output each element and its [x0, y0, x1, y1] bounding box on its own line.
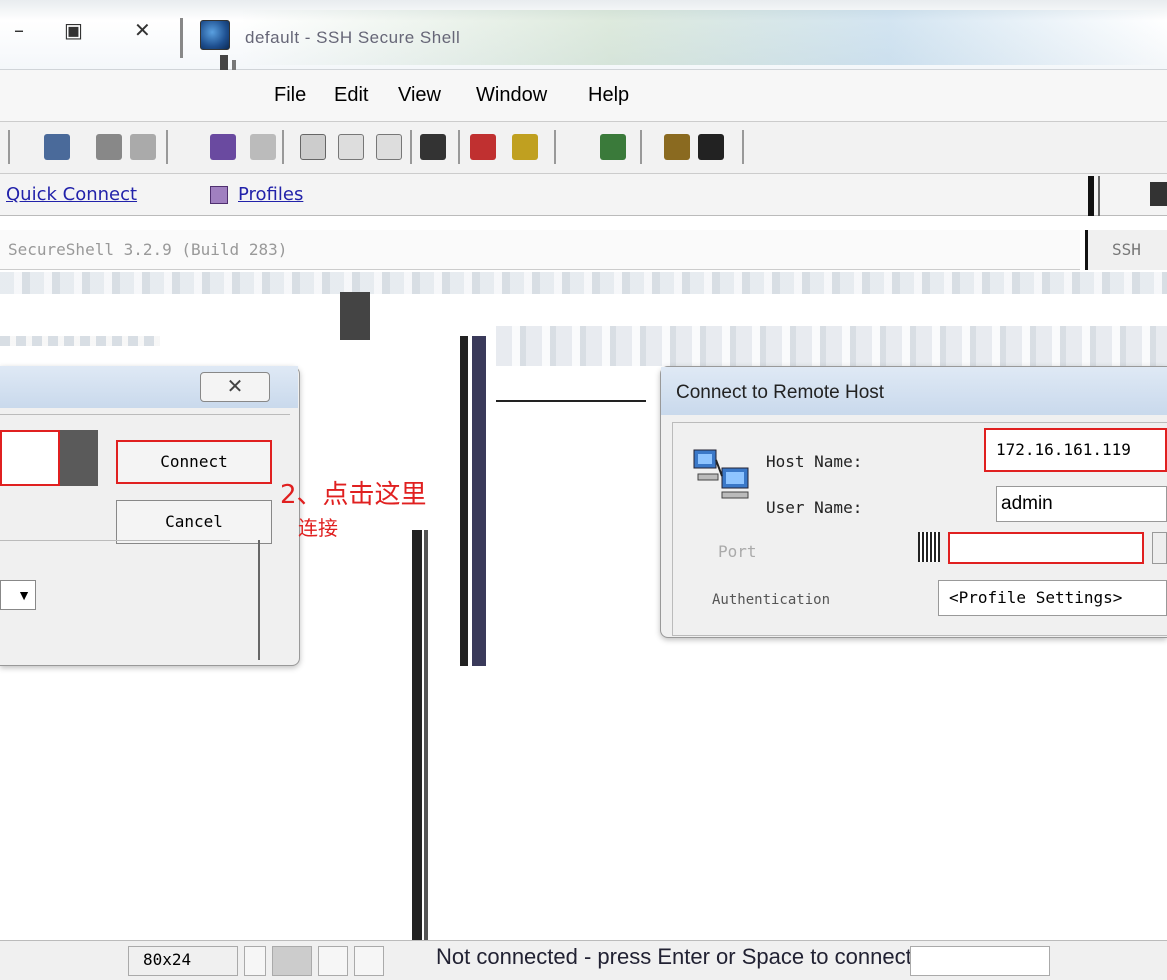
splitter[interactable] — [412, 530, 422, 980]
menu-edit[interactable]: Edit — [334, 84, 368, 107]
splitter-shade — [424, 530, 428, 980]
menu-bar — [0, 70, 1167, 122]
menu-view[interactable]: View — [398, 84, 441, 107]
minimize-button[interactable]: – — [14, 18, 24, 48]
folder-transfer-icon[interactable] — [512, 134, 538, 160]
network-computers-icon — [693, 449, 749, 499]
whats-this-icon[interactable] — [698, 134, 724, 160]
host-name-input[interactable]: 172.16.161.119 — [984, 428, 1167, 472]
terminal-text-row — [0, 272, 1167, 294]
find-icon[interactable] — [420, 134, 446, 160]
new-file-transfer-icon[interactable] — [470, 134, 496, 160]
save-icon[interactable] — [44, 134, 70, 160]
status-panel — [318, 946, 348, 976]
user-name-input[interactable]: admin — [996, 486, 1167, 522]
toolbar-separator — [410, 130, 412, 164]
profiles-icon[interactable] — [210, 186, 228, 204]
print-icon[interactable] — [96, 134, 122, 160]
authentication-select[interactable]: <Profile Settings> — [938, 580, 1167, 616]
splitter[interactable] — [340, 292, 370, 340]
paste-special-icon[interactable] — [376, 134, 402, 160]
toolbar-separator — [282, 130, 284, 164]
quick-connect-button[interactable]: Quick Connect — [6, 184, 137, 205]
cancel-button[interactable]: Cancel — [116, 500, 272, 544]
divider — [0, 414, 290, 415]
host-name-label: Host Name: — [766, 452, 863, 471]
status-message: Not connected - press Enter or Space to … — [436, 944, 912, 969]
chevron-down-icon[interactable]: ▼ — [0, 580, 36, 610]
terminal-text-row — [0, 336, 160, 346]
window-title: default - SSH Secure Shell — [245, 28, 461, 47]
status-panel — [354, 946, 384, 976]
settings-icon[interactable] — [600, 134, 626, 160]
toolbar-separator — [640, 130, 642, 164]
ssh-app-icon — [200, 20, 230, 50]
copy-icon[interactable] — [300, 134, 326, 160]
divider — [0, 540, 230, 541]
paste-icon[interactable] — [338, 134, 364, 160]
session-tab[interactable]: SecureShell 3.2.9 (Build 283) — [8, 240, 287, 259]
user-name-label: User Name: — [766, 498, 863, 517]
splitter[interactable] — [460, 336, 468, 666]
authentication-label: Authentication — [712, 592, 831, 608]
toolbar-separator — [458, 130, 460, 164]
disconnect-icon[interactable] — [250, 134, 276, 160]
close-button[interactable]: ✕ — [134, 18, 151, 48]
field-shadow — [60, 430, 98, 486]
terminal-text-row — [496, 326, 1167, 366]
toolbar-separator — [554, 130, 556, 164]
annotation-step: 2、点击这里 — [280, 480, 427, 510]
secondary-tab-label: SSH — [1112, 240, 1141, 259]
panel-edge — [496, 400, 646, 470]
menu-file[interactable]: File — [274, 84, 306, 107]
toolbar-icon-cut[interactable] — [1150, 182, 1167, 206]
port-spinner[interactable] — [1152, 532, 1167, 564]
port-input[interactable] — [948, 532, 1144, 564]
status-panel — [244, 946, 266, 976]
quick-connect-icon[interactable] — [210, 134, 236, 160]
menu-window[interactable]: Window — [476, 84, 547, 107]
profiles-button[interactable]: Profiles — [238, 184, 303, 205]
annotation-step-cont: 连接 — [298, 516, 338, 540]
dialog-edge — [258, 540, 260, 660]
port-label: Port — [718, 542, 757, 561]
title-divider — [180, 18, 183, 58]
toolbar — [0, 122, 1167, 174]
toolbar-grip-line — [1098, 176, 1100, 216]
toolbar-grip[interactable] — [1088, 176, 1094, 216]
status-icon — [272, 946, 312, 976]
toolbar-separator — [166, 130, 168, 164]
close-icon[interactable]: ✕ — [200, 372, 270, 402]
quick-connect-bar — [0, 174, 1167, 216]
toolbar-separator — [742, 130, 744, 164]
text-cursor — [918, 532, 940, 562]
menu-help[interactable]: Help — [588, 84, 629, 107]
print-preview-icon[interactable] — [130, 134, 156, 160]
terminal-size: 80x24 — [128, 946, 238, 976]
splitter-shade — [472, 336, 486, 666]
maximize-button[interactable]: ▣ — [64, 18, 83, 48]
help-book-icon[interactable] — [664, 134, 690, 160]
connect-button[interactable]: Connect — [116, 440, 272, 484]
dialog-title: Connect to Remote Host — [676, 382, 885, 403]
toolbar-separator — [8, 130, 10, 164]
status-panel — [910, 946, 1050, 976]
host-field[interactable] — [0, 430, 60, 486]
